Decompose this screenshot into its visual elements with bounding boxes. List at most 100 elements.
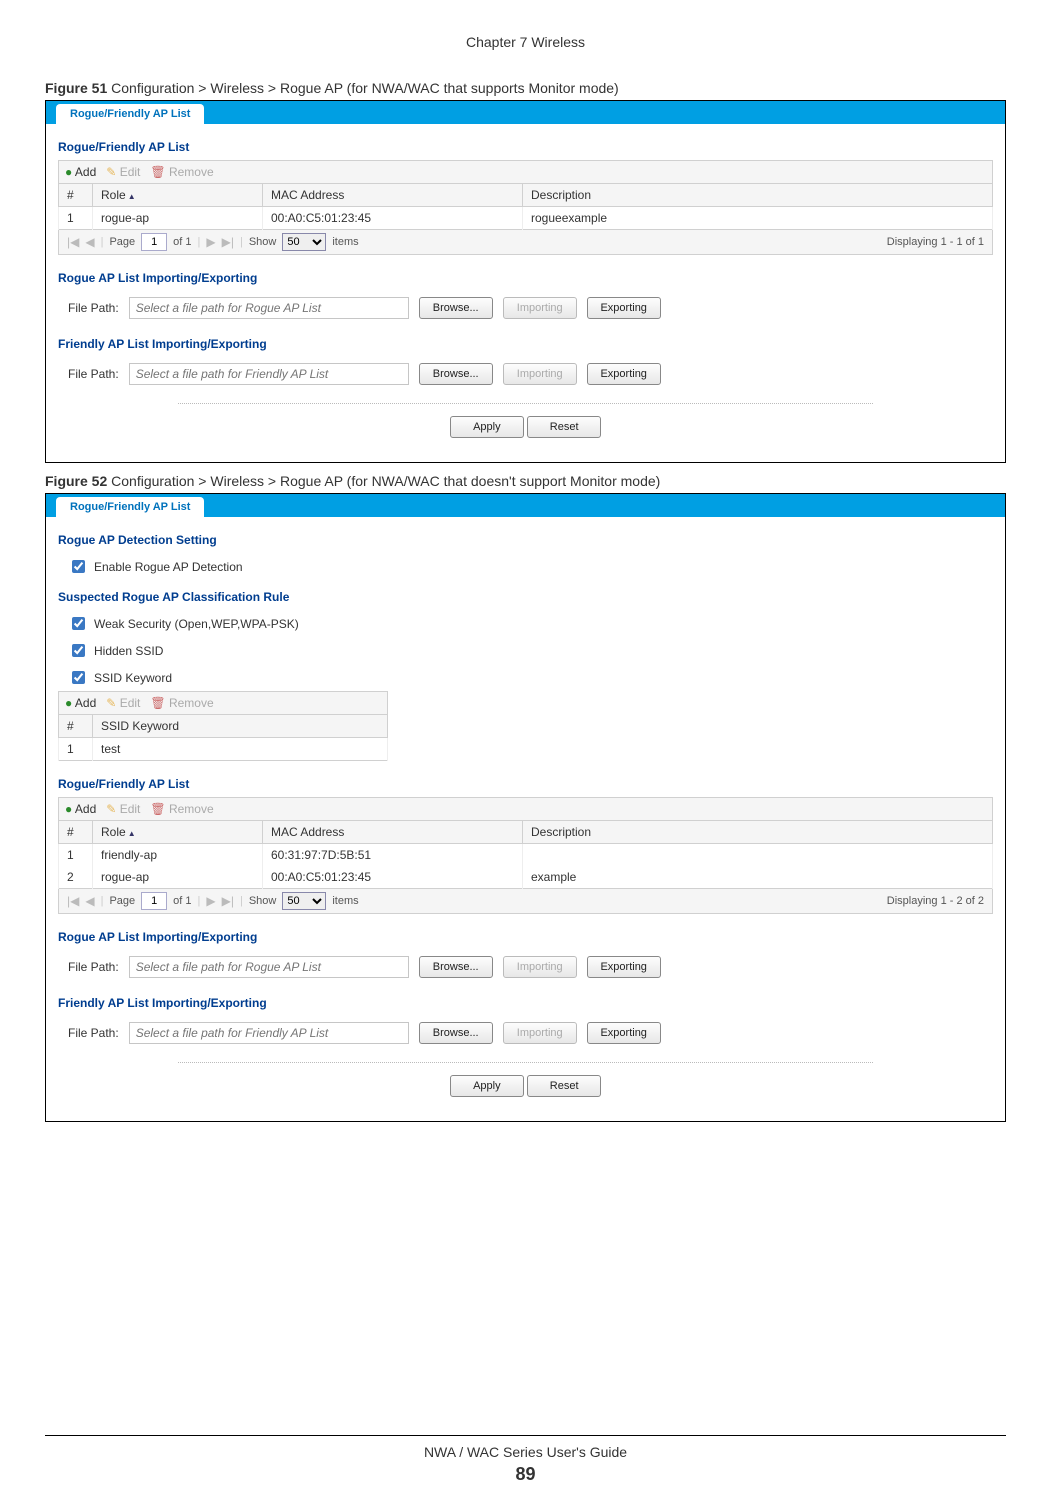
enable-detection-checkbox[interactable] [72, 560, 85, 573]
exporting-button[interactable]: Exporting [587, 1022, 661, 1044]
page-size-select[interactable]: 50 [282, 892, 326, 910]
col-mac[interactable]: MAC Address [263, 821, 523, 844]
importing-button[interactable]: Importing [503, 297, 577, 319]
footer-page-number: 89 [45, 1464, 1006, 1485]
remove-button[interactable]: 🗑 Remove [150, 165, 213, 179]
table-row[interactable]: 1 rogue-ap 00:A0:C5:01:23:45 rogueexampl… [59, 207, 993, 230]
add-button[interactable]: ● Add [65, 165, 96, 179]
displaying-text: Displaying 1 - 2 of 2 [887, 895, 984, 907]
col-role[interactable]: Role▲ [93, 821, 263, 844]
pager: |◀ ◀ | Page of 1 | ▶ ▶| | Show 50 items … [58, 889, 993, 914]
importing-button[interactable]: Importing [503, 1022, 577, 1044]
col-desc[interactable]: Description [523, 821, 993, 844]
friendly-file-input[interactable] [129, 363, 409, 385]
cell-num: 1 [59, 844, 93, 867]
page-footer: NWA / WAC Series User's Guide 89 [45, 1435, 1006, 1485]
apply-button[interactable]: Apply [450, 416, 524, 438]
ssid-keyword-checkbox[interactable] [72, 671, 85, 684]
file-path-label: File Path: [68, 1026, 119, 1040]
browse-button[interactable]: Browse... [419, 363, 493, 385]
add-icon: ● [65, 802, 72, 816]
table-row[interactable]: 2 rogue-ap 00:A0:C5:01:23:45 example [59, 866, 993, 889]
edit-icon: ✎ [106, 696, 116, 710]
rogue-file-input[interactable] [129, 297, 409, 319]
last-page-icon[interactable]: ▶| [222, 894, 234, 908]
ssid-kw-toolbar: ● Add ✎ Edit 🗑 Remove [58, 691, 388, 714]
exporting-button[interactable]: Exporting [587, 297, 661, 319]
prev-page-icon[interactable]: ◀ [85, 235, 94, 249]
col-num[interactable]: # [59, 715, 93, 738]
reset-button[interactable]: Reset [527, 416, 601, 438]
page-input[interactable] [141, 233, 167, 251]
add-icon: ● [65, 165, 72, 179]
col-num[interactable]: # [59, 821, 93, 844]
remove-icon: 🗑 [150, 696, 165, 710]
add-button[interactable]: ● Add [65, 696, 96, 710]
edit-label: Edit [120, 165, 141, 179]
weak-security-row: Weak Security (Open,WEP,WPA-PSK) [58, 610, 993, 637]
exporting-button[interactable]: Exporting [587, 363, 661, 385]
first-page-icon[interactable]: |◀ [67, 235, 79, 249]
page-of: of 1 [173, 895, 191, 907]
importing-button[interactable]: Importing [503, 363, 577, 385]
col-ssid-keyword[interactable]: SSID Keyword [93, 715, 388, 738]
action-row: Apply Reset [58, 1071, 993, 1107]
divider [178, 403, 873, 404]
hidden-ssid-checkbox[interactable] [72, 644, 85, 657]
hidden-ssid-label: Hidden SSID [94, 644, 163, 658]
col-mac[interactable]: MAC Address [263, 184, 523, 207]
page-of: of 1 [173, 236, 191, 248]
cell-desc [523, 844, 993, 867]
first-page-icon[interactable]: |◀ [67, 894, 79, 908]
reset-button[interactable]: Reset [527, 1075, 601, 1097]
remove-button[interactable]: 🗑 Remove [150, 802, 213, 816]
importing-button[interactable]: Importing [503, 956, 577, 978]
weak-security-checkbox[interactable] [72, 617, 85, 630]
friendly-file-input[interactable] [129, 1022, 409, 1044]
browse-button[interactable]: Browse... [419, 956, 493, 978]
browse-button[interactable]: Browse... [419, 1022, 493, 1044]
last-page-icon[interactable]: ▶| [222, 235, 234, 249]
rogue-file-input[interactable] [129, 956, 409, 978]
add-label: Add [75, 802, 96, 816]
tab-rogue-friendly[interactable]: Rogue/Friendly AP List [56, 497, 204, 517]
col-desc[interactable]: Description [523, 184, 993, 207]
pager: |◀ ◀ | Page of 1 | ▶ ▶| | Show 50 items … [58, 230, 993, 255]
edit-icon: ✎ [106, 165, 116, 179]
remove-button[interactable]: 🗑 Remove [150, 696, 213, 710]
file-path-label: File Path: [68, 301, 119, 315]
figure-52-text: Configuration > Wireless > Rogue AP (for… [107, 473, 660, 489]
table-row[interactable]: 1 friendly-ap 60:31:97:7D:5B:51 [59, 844, 993, 867]
ssid-keyword-label: SSID Keyword [94, 671, 172, 685]
tab-rogue-friendly[interactable]: Rogue/Friendly AP List [56, 104, 204, 124]
add-button[interactable]: ● Add [65, 802, 96, 816]
remove-icon: 🗑 [150, 802, 165, 816]
next-page-icon[interactable]: ▶ [206, 894, 215, 908]
edit-button[interactable]: ✎ Edit [106, 696, 140, 710]
prev-page-icon[interactable]: ◀ [85, 894, 94, 908]
page-size-select[interactable]: 50 [282, 233, 326, 251]
section-friendly-import: Friendly AP List Importing/Exporting [58, 996, 993, 1010]
section-classification: Suspected Rogue AP Classification Rule [58, 590, 993, 604]
cell-num: 1 [59, 738, 93, 761]
edit-button[interactable]: ✎ Edit [106, 802, 140, 816]
divider [178, 1062, 873, 1063]
show-label: Show [249, 236, 277, 248]
ap-table: # Role▲ MAC Address Description 1 friend… [58, 820, 993, 889]
next-page-icon[interactable]: ▶ [206, 235, 215, 249]
rogue-file-row: File Path: Browse... Importing Exporting [58, 950, 993, 984]
remove-label: Remove [169, 165, 214, 179]
col-role[interactable]: Role▲ [93, 184, 263, 207]
page-input[interactable] [141, 892, 167, 910]
displaying-text: Displaying 1 - 1 of 1 [887, 236, 984, 248]
browse-button[interactable]: Browse... [419, 297, 493, 319]
apply-button[interactable]: Apply [450, 1075, 524, 1097]
table-row[interactable]: 1 test [59, 738, 388, 761]
section-detection: Rogue AP Detection Setting [58, 533, 993, 547]
col-num[interactable]: # [59, 184, 93, 207]
ap-table: # Role▲ MAC Address Description 1 rogue-… [58, 183, 993, 230]
exporting-button[interactable]: Exporting [587, 956, 661, 978]
list-toolbar: ● Add ✎ Edit 🗑 Remove [58, 797, 993, 820]
edit-button[interactable]: ✎ Edit [106, 165, 140, 179]
remove-icon: 🗑 [150, 165, 165, 179]
